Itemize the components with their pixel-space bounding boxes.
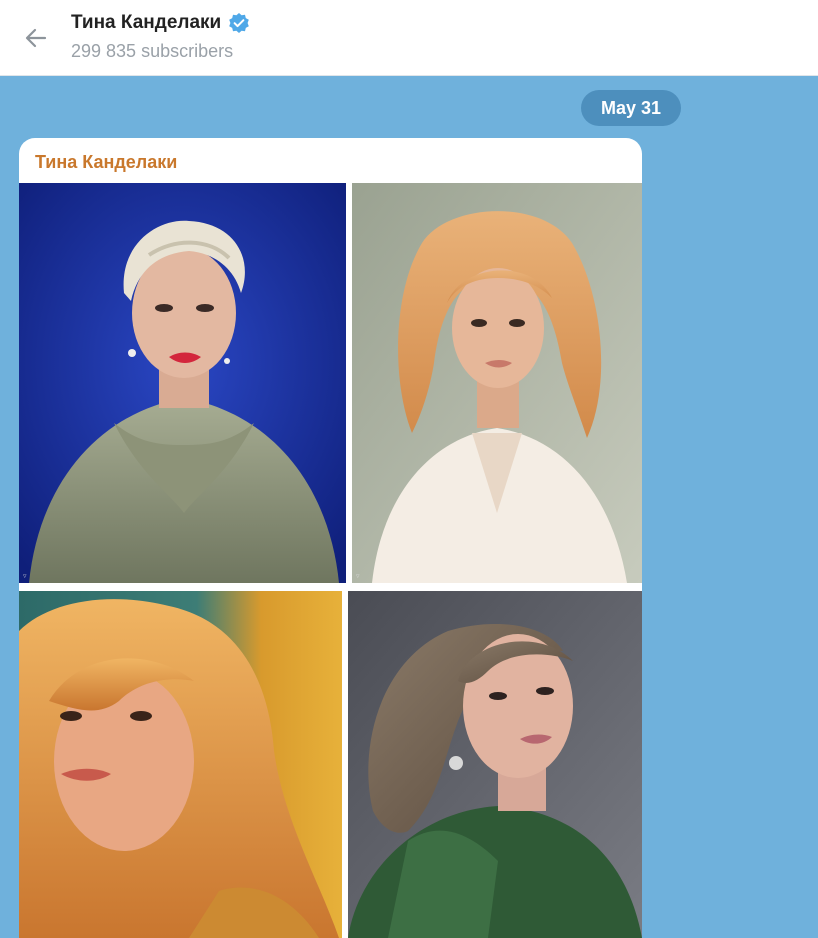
photo-portrait-3[interactable] <box>19 591 342 938</box>
watermark-icon: ▿ <box>23 572 27 580</box>
channel-name[interactable]: Тина Канделаки <box>71 12 221 34</box>
verified-badge-icon <box>229 13 250 33</box>
photo-portrait-2[interactable]: ▿ <box>352 183 642 583</box>
watermark-icon: ▿ <box>356 572 360 580</box>
subscriber-count: 299 835 subscribers <box>71 41 234 61</box>
channel-title-row[interactable]: Тина Канделаки <box>71 12 250 34</box>
photo-portrait-1[interactable]: ▿ <box>19 183 346 583</box>
back-button[interactable] <box>18 20 54 56</box>
photo-portrait-4[interactable] <box>348 591 642 938</box>
chat-header: Тина Канделаки 299 835 subscribers <box>0 0 818 76</box>
message-sender[interactable]: Тина Канделаки <box>35 152 177 173</box>
arrow-left-icon <box>25 28 47 48</box>
date-separator: May 31 <box>581 90 681 126</box>
message-bubble: Тина Канделаки ▿ ▿ <box>19 138 642 938</box>
